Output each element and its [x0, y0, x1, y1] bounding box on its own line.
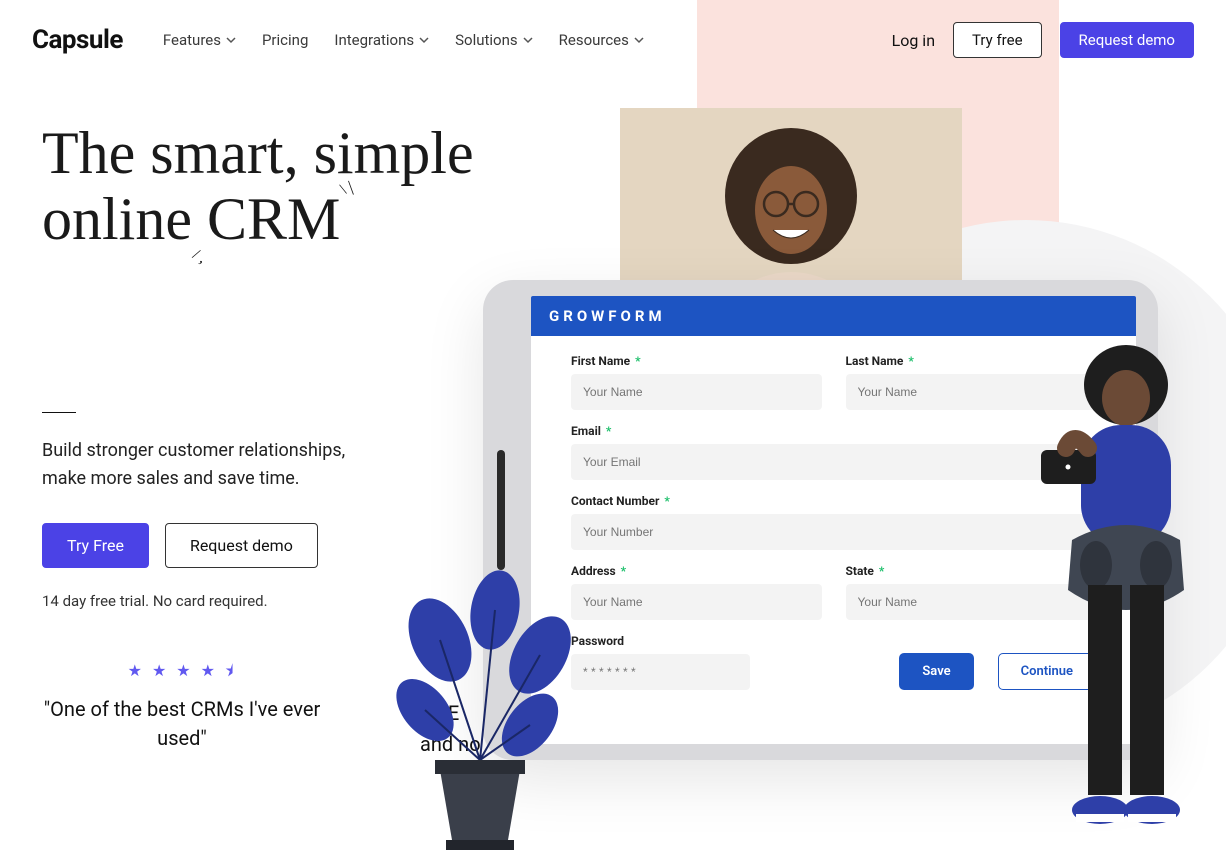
header-actions: Log in Try free Request demo — [892, 22, 1194, 58]
hero-title: The smart, simple online CRM \ | / , — [42, 120, 562, 252]
required-marker: * — [876, 564, 884, 578]
nav-solutions[interactable]: Solutions — [455, 31, 533, 49]
input-contact[interactable] — [571, 514, 1096, 550]
testimonial-quote: "One of the best CRMs I've ever used" — [42, 695, 322, 753]
required-marker: * — [632, 354, 640, 368]
field-contact: Contact Number * — [571, 494, 1096, 550]
nav-label: Integrations — [334, 31, 414, 49]
hero-subtitle: Build stronger customer relationships, m… — [42, 437, 362, 493]
brand-logo[interactable]: Capsule — [32, 25, 123, 55]
testimonial-block: ★ ★ ★ ★ ⯨ "One of the best CRMs I've eve… — [42, 660, 322, 753]
hero-title-highlight: CRM — [207, 186, 340, 252]
input-password[interactable] — [571, 654, 750, 690]
field-email: Email * — [571, 424, 1096, 480]
divider — [42, 412, 76, 413]
nav-resources[interactable]: Resources — [559, 31, 644, 49]
person-illustration — [1026, 330, 1226, 860]
try-free-button[interactable]: Try free — [953, 22, 1042, 58]
hero-request-demo-button[interactable]: Request demo — [165, 523, 318, 568]
login-link[interactable]: Log in — [892, 31, 935, 50]
nav-integrations[interactable]: Integrations — [334, 31, 429, 49]
chevron-down-icon — [634, 35, 644, 45]
hero-section: The smart, simple online CRM \ | / , Bui… — [42, 120, 562, 610]
label-email: Email * — [571, 424, 1096, 438]
nav-features[interactable]: Features — [163, 31, 236, 49]
label-contact: Contact Number * — [571, 494, 1096, 508]
field-first-name: First Name * — [571, 354, 822, 410]
input-address[interactable] — [571, 584, 822, 620]
chevron-down-icon — [419, 35, 429, 45]
request-demo-button[interactable]: Request demo — [1060, 22, 1194, 58]
chevron-down-icon — [523, 35, 533, 45]
nav-label: Solutions — [455, 31, 518, 49]
hero-title-line1: The smart, simple — [42, 120, 474, 186]
chevron-down-icon — [226, 35, 236, 45]
field-password: Password — [571, 634, 750, 690]
nav-label: Pricing — [262, 31, 308, 49]
required-marker: * — [603, 424, 611, 438]
nav-label: Features — [163, 31, 221, 49]
field-address: Address * — [571, 564, 822, 620]
label-address: Address * — [571, 564, 822, 578]
label-password: Password — [571, 634, 750, 648]
nav-label: Resources — [559, 31, 629, 49]
hero-try-free-button[interactable]: Try Free — [42, 523, 149, 568]
primary-nav: Features Pricing Integrations Solutions … — [163, 31, 644, 49]
plant-illustration — [380, 570, 590, 860]
required-marker: * — [618, 564, 626, 578]
required-marker: * — [661, 494, 669, 508]
save-button[interactable]: Save — [899, 653, 973, 690]
input-email[interactable] — [571, 444, 1096, 480]
star-rating: ★ ★ ★ ★ ⯨ — [42, 660, 322, 687]
hero-photo — [620, 108, 962, 288]
required-marker: * — [905, 354, 913, 368]
hero-title-line2-prefix: online — [42, 186, 207, 252]
site-header: Capsule Features Pricing Integrations So… — [0, 0, 1226, 64]
hero-ctas: Try Free Request demo — [42, 523, 562, 568]
nav-pricing[interactable]: Pricing — [262, 31, 308, 49]
input-first-name[interactable] — [571, 374, 822, 410]
label-first-name: First Name * — [571, 354, 822, 368]
